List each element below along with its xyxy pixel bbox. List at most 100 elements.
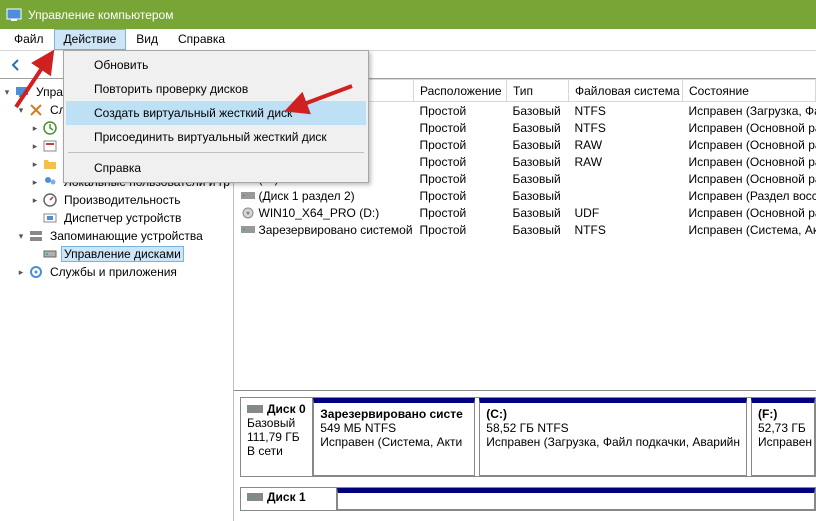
menu-create-vhd[interactable]: Создать виртуальный жесткий диск	[66, 101, 366, 125]
tree-services[interactable]: ▸ Службы и приложения	[0, 263, 233, 281]
disk-row[interactable]: Диск 0 Базовый 111,79 ГБ В сети Зарезерв…	[240, 397, 816, 477]
folder-icon	[42, 156, 58, 172]
vol-layout: Простой	[414, 119, 507, 136]
tree-label: Диспетчер устройств	[62, 211, 183, 225]
table-row[interactable]: (Диск 1 раздел 2)ПростойБазовыйИсправен …	[235, 187, 816, 204]
vol-status: Исправен (Основной ра	[683, 204, 816, 221]
vol-fs: RAW	[569, 136, 683, 153]
disk-row[interactable]: Диск 1	[240, 487, 816, 511]
vol-status: Исправен (Основной ра	[683, 170, 816, 187]
users-icon	[42, 174, 58, 190]
vol-type: Базовый	[507, 170, 569, 187]
tree-label: Управление дисками	[62, 247, 183, 261]
expand-icon[interactable]: ▸	[28, 195, 42, 206]
volume-icon	[241, 224, 255, 236]
vol-type: Базовый	[507, 153, 569, 170]
eventviewer-icon	[42, 138, 58, 154]
vol-layout: Простой	[414, 187, 507, 204]
tree-storage[interactable]: ▾ Запоминающие устройства	[0, 227, 233, 245]
vol-fs	[569, 187, 683, 204]
menubar: Файл Действие Вид Справка	[0, 29, 816, 51]
titlebar: Управление компьютером	[0, 0, 816, 29]
collapse-icon[interactable]: ▾	[0, 87, 14, 98]
vol-layout: Простой	[414, 153, 507, 170]
tree-disk-management[interactable]: Управление дисками	[0, 245, 233, 263]
expand-icon[interactable]: ▸	[28, 159, 42, 170]
expand-icon[interactable]: ▸	[28, 123, 42, 134]
menu-view[interactable]: Вид	[126, 29, 168, 50]
expand-icon[interactable]: ▸	[28, 141, 42, 152]
part-status: Исправен	[758, 435, 812, 449]
tree-label: Производительность	[62, 193, 182, 207]
partition[interactable]: (F:) 52,73 ГБ Исправен	[751, 398, 815, 476]
part-size: 52,73 ГБ	[758, 421, 806, 435]
col-fs[interactable]: Файловая система	[569, 80, 683, 102]
disk-title: Диск 0	[267, 402, 306, 416]
vol-name: (Диск 1 раздел 2)	[259, 189, 355, 203]
menu-attach-vhd[interactable]: Присоединить виртуальный жесткий диск	[66, 125, 366, 149]
vol-type: Базовый	[507, 204, 569, 221]
expand-icon[interactable]: ▸	[28, 177, 42, 188]
expand-icon[interactable]: ▸	[14, 267, 28, 278]
vol-layout: Простой	[414, 170, 507, 187]
device-icon	[42, 210, 58, 226]
disk-icon	[247, 403, 263, 415]
vol-status: Исправен (Система, Ак	[683, 221, 816, 238]
menu-help[interactable]: Справка	[66, 156, 366, 180]
disk-status: В сети	[247, 444, 306, 458]
disk-header: Диск 0 Базовый 111,79 ГБ В сети	[241, 398, 313, 476]
disk-header: Диск 1	[241, 488, 337, 510]
table-row[interactable]: WIN10_X64_PRO (D:)ПростойБазовыйUDFИспра…	[235, 204, 816, 221]
part-status: Исправен (Загрузка, Файл подкачки, Авари…	[486, 435, 740, 449]
disk-icon	[42, 246, 58, 262]
partition[interactable]: (C:) 58,52 ГБ NTFS Исправен (Загрузка, Ф…	[479, 398, 747, 476]
app-icon	[6, 7, 22, 23]
tree-item[interactable]: ▸ Производительность	[0, 191, 233, 209]
vol-layout: Простой	[414, 136, 507, 153]
part-size: 549 МБ NTFS	[320, 421, 396, 435]
disk-icon	[247, 491, 263, 503]
disk-map: Диск 0 Базовый 111,79 ГБ В сети Зарезерв…	[234, 391, 816, 521]
part-name: (C:)	[486, 407, 507, 421]
vol-name: Зарезервировано системой	[259, 223, 413, 237]
back-icon[interactable]	[6, 55, 26, 75]
menu-refresh[interactable]: Обновить	[66, 53, 366, 77]
services-icon	[28, 264, 44, 280]
menu-file[interactable]: Файл	[4, 29, 54, 50]
forward-icon[interactable]	[32, 55, 52, 75]
partition[interactable]: Зарезервировано систе 549 МБ NTFS Исправ…	[313, 398, 475, 476]
collapse-icon[interactable]: ▾	[14, 105, 28, 116]
vol-type: Базовый	[507, 221, 569, 238]
menu-action[interactable]: Действие	[54, 29, 127, 50]
vol-fs: NTFS	[569, 102, 683, 120]
vol-layout: Простой	[414, 221, 507, 238]
perf-icon	[42, 192, 58, 208]
volume-icon	[241, 190, 255, 202]
part-name: (F:)	[758, 407, 777, 421]
partition[interactable]	[337, 488, 815, 510]
disk-partitions	[337, 488, 815, 510]
menu-help[interactable]: Справка	[168, 29, 235, 50]
vol-type: Базовый	[507, 136, 569, 153]
disk-type: Базовый	[247, 416, 306, 430]
vol-layout: Простой	[414, 204, 507, 221]
table-row[interactable]: Зарезервировано системойПростойБазовыйNT…	[235, 221, 816, 238]
col-type[interactable]: Тип	[507, 80, 569, 102]
col-layout[interactable]: Расположение	[414, 80, 507, 102]
vol-status: Исправен (Основной ра	[683, 153, 816, 170]
scheduler-icon	[42, 120, 58, 136]
volume-icon	[241, 206, 255, 220]
vol-fs: NTFS	[569, 119, 683, 136]
tree-item[interactable]: Диспетчер устройств	[0, 209, 233, 227]
collapse-icon[interactable]: ▾	[14, 231, 28, 242]
vol-type: Базовый	[507, 187, 569, 204]
disk-title: Диск 1	[267, 490, 306, 504]
col-status[interactable]: Состояние	[683, 80, 816, 102]
vol-fs: RAW	[569, 153, 683, 170]
menu-separator	[68, 152, 364, 153]
vol-type: Базовый	[507, 102, 569, 120]
menu-rescan-disks[interactable]: Повторить проверку дисков	[66, 77, 366, 101]
vol-fs: NTFS	[569, 221, 683, 238]
action-menu-dropdown: Обновить Повторить проверку дисков Созда…	[63, 50, 369, 183]
vol-status: Исправен (Основной ра	[683, 136, 816, 153]
